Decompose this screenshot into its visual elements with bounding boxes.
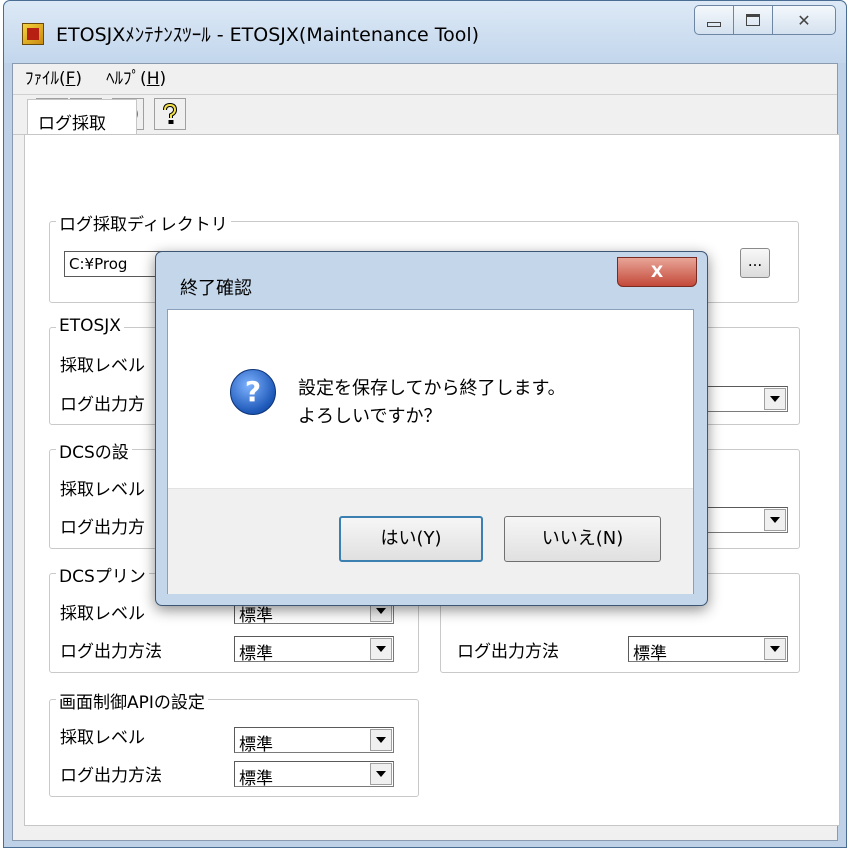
combo-dropdown-button[interactable] (764, 388, 786, 410)
combo-dropdown-button[interactable] (370, 763, 392, 785)
etosjx-output-label: ログ出力方 (60, 395, 145, 415)
right3-output-combo[interactable]: 標準 (628, 636, 788, 664)
chevron-down-icon (770, 396, 780, 402)
minimize-icon (707, 21, 721, 27)
dcs-print-level-label: 採取レベル (60, 604, 145, 624)
no-button[interactable]: いいえ(N) (504, 516, 661, 562)
combo-value: 標準 (239, 735, 273, 755)
browse-button[interactable]: ... (740, 248, 770, 278)
chevron-down-icon (376, 646, 386, 652)
screen-api-output-label: ログ出力方法 (60, 766, 162, 786)
minimize-button[interactable] (694, 5, 734, 35)
combo-dropdown-button[interactable] (764, 638, 786, 660)
menu-file-paren: ) (75, 69, 83, 89)
combo-dropdown-button[interactable] (764, 509, 786, 531)
maximize-button[interactable] (734, 5, 772, 35)
menu-help-accel: H (146, 69, 160, 89)
combo-value: 標準 (633, 644, 667, 664)
menu-help-paren: ) (159, 69, 167, 89)
chevron-down-icon (376, 737, 386, 743)
help-icon (163, 102, 178, 124)
menu-help-label: ﾍﾙﾌﾟ( (106, 69, 147, 89)
close-icon: X (650, 262, 664, 281)
combo-value: 標準 (239, 644, 273, 664)
yes-button[interactable]: はい(Y) (339, 516, 483, 562)
screen-api-level-combo[interactable]: 標準 (234, 727, 394, 755)
dcs-output-label: ログ出力方 (60, 518, 145, 538)
menu-file[interactable]: ﾌｧｲﾙ(F) (13, 64, 94, 94)
combo-dropdown-button[interactable] (370, 729, 392, 751)
log-directory-title: ログ採取ディレクトリ (56, 210, 231, 235)
dialog-message-line1: 設定を保存してから終了します。 (298, 378, 566, 399)
dcs-print-output-combo[interactable]: 標準 (234, 636, 394, 664)
menu-file-accel: F (65, 69, 76, 89)
window-title: ETOSJXﾒﾝﾃﾅﾝｽﾂｰﾙ - ETOSJX(Maintenance Too… (56, 24, 480, 46)
menu-bar: ﾌｧｲﾙ(F) ﾍﾙﾌﾟ(H) (13, 64, 837, 95)
close-icon: ✕ (797, 10, 811, 30)
dcs-group-title: DCSの設 (56, 438, 132, 463)
caption-buttons: ✕ (694, 5, 836, 35)
combo-dropdown-button[interactable] (370, 638, 392, 660)
dialog-title: 終了確認 (180, 278, 252, 299)
window-close-button[interactable]: ✕ (772, 5, 836, 35)
dialog-close-button[interactable]: X (617, 257, 697, 287)
tab-log-collection[interactable]: ログ採取 (27, 99, 137, 135)
screen-api-group-title: 画面制御APIの設定 (56, 688, 208, 713)
right3-output-label: ログ出力方法 (457, 642, 559, 662)
screen-api-group: 画面制御APIの設定 採取レベル 標準 ログ出力方法 標準 (49, 688, 419, 797)
chevron-down-icon (376, 771, 386, 777)
menu-file-label: ﾌｧｲﾙ( (25, 69, 66, 89)
etosjx-group-title: ETOSJX (56, 316, 124, 336)
help-button[interactable] (154, 98, 186, 130)
title-bar[interactable]: ETOSJXﾒﾝﾃﾅﾝｽﾂｰﾙ - ETOSJX(Maintenance Too… (4, 1, 846, 63)
app-icon[interactable] (22, 23, 44, 45)
dialog-message-line2: よろしいですか？ (298, 406, 442, 427)
combo-value: 標準 (239, 769, 273, 789)
chevron-down-icon (770, 517, 780, 523)
dcs-level-label: 採取レベル (60, 480, 145, 500)
screen-api-output-combo[interactable]: 標準 (234, 761, 394, 789)
menu-help[interactable]: ﾍﾙﾌﾟ(H) (94, 64, 178, 94)
dialog-body: ? 設定を保存してから終了します。 よろしいですか？ はい(Y) いいえ(N) (167, 309, 694, 594)
dcs-print-output-label: ログ出力方法 (60, 642, 162, 662)
screen-api-level-label: 採取レベル (60, 728, 145, 748)
question-icon: ? (230, 369, 276, 415)
chevron-down-icon (376, 608, 386, 614)
dcs-print-group-title: DCSプリン (56, 562, 149, 587)
chevron-down-icon (770, 646, 780, 652)
etosjx-level-label: 採取レベル (60, 356, 145, 376)
exit-confirm-dialog: 終了確認 X ? 設定を保存してから終了します。 よろしいですか？ はい(Y) … (155, 251, 708, 606)
maximize-icon (746, 14, 760, 26)
